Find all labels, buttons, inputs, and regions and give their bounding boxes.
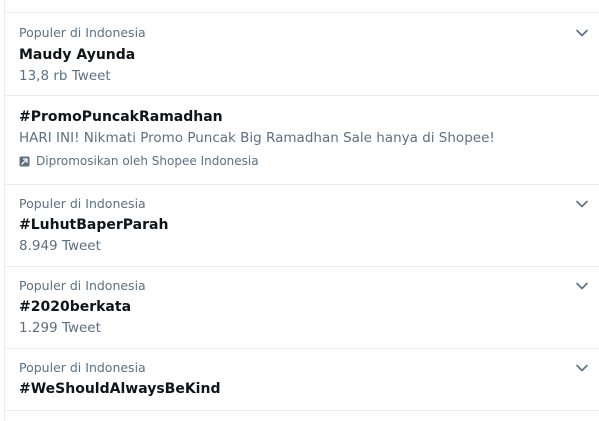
trend-name: Maudy Ayunda <box>19 47 136 63</box>
chevron-down-icon[interactable] <box>574 196 590 212</box>
trend-tweet-count: 13,8 rb Tweet <box>19 68 111 84</box>
promoted-icon <box>19 156 30 166</box>
trend-item-luhutbaperparah[interactable]: Populer di Indonesia #LuhutBaperParah 8.… <box>5 185 599 267</box>
trend-item-2020berkata[interactable]: Populer di Indonesia #2020berkata 1.299 … <box>5 267 599 349</box>
promoted-by-text: Dipromosikan oleh Shopee Indonesia <box>36 154 259 168</box>
trend-context: Populer di Indonesia <box>19 360 146 375</box>
promoted-label: Dipromosikan oleh Shopee Indonesia <box>19 153 259 169</box>
trend-context: Populer di Indonesia <box>19 196 146 211</box>
chevron-down-icon[interactable] <box>574 360 590 376</box>
trend-name: #WeShouldAlwaysBeKind <box>19 381 221 397</box>
trend-tweet-count: 1.299 Tweet <box>19 320 101 336</box>
trend-name: #PromoPuncakRamadhan <box>19 109 223 125</box>
trend-description: HARI INI! Nikmati Promo Puncak Big Ramad… <box>19 130 495 146</box>
trend-context: Populer di Indonesia <box>19 278 146 293</box>
trend-name: #2020berkata <box>19 299 132 315</box>
trend-context: Populer di Indonesia <box>19 25 146 40</box>
chevron-down-icon[interactable] <box>574 278 590 294</box>
chevron-down-icon[interactable] <box>574 25 590 41</box>
trend-tweet-count: 8.949 Tweet <box>19 238 101 254</box>
trend-item-maudy-ayunda[interactable]: Populer di Indonesia Maudy Ayunda 13,8 r… <box>5 13 599 96</box>
trends-panel: Populer di Indonesia Maudy Ayunda 13,8 r… <box>4 0 599 421</box>
trend-item-promoted[interactable]: #PromoPuncakRamadhan HARI INI! Nikmati P… <box>5 96 599 185</box>
trend-name: #LuhutBaperParah <box>19 217 169 233</box>
trend-item-weshouldalwaysbekind[interactable]: Populer di Indonesia #WeShouldAlwaysBeKi… <box>5 349 599 411</box>
